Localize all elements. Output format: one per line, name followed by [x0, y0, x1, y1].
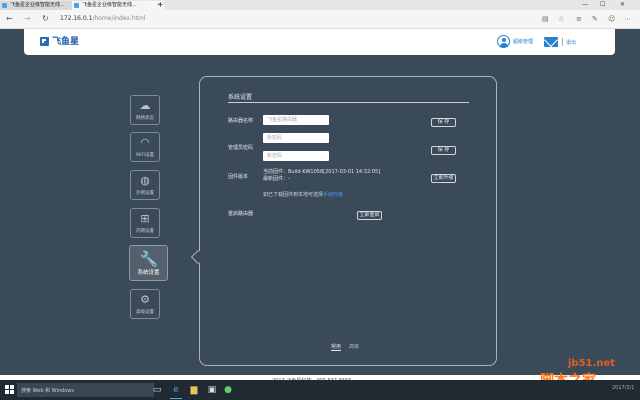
tab-title: 飞鱼星企业级智能无线...: [82, 2, 137, 8]
globe-icon: ◍: [140, 174, 150, 187]
page-title: 系统设置: [228, 94, 253, 101]
taskbar-clock: 2017/3/1: [612, 385, 635, 391]
manual-upgrade-link[interactable]: 手动升级: [323, 192, 343, 198]
title-divider: [228, 102, 469, 103]
favorite-star-icon[interactable]: ☆: [558, 10, 564, 28]
task-view-icon[interactable]: ▭: [151, 384, 163, 396]
logout-link[interactable]: 退出: [566, 39, 576, 46]
user-label: 超级管理: [513, 39, 534, 45]
firmware-hint: 如已下载固件到本地可选择手动升级: [263, 191, 343, 198]
sidebar-item-label: 系统设置: [137, 270, 160, 276]
taskbar-search-text: 搜索 Web 和 Windows: [21, 388, 74, 394]
tab-advanced[interactable]: 高级: [349, 343, 359, 350]
back-icon[interactable]: ←: [6, 10, 13, 28]
firmware-label: 固件版本: [228, 174, 249, 180]
sidebar-item-wan[interactable]: ◍ 外网设置: [130, 170, 160, 200]
upgrade-button[interactable]: 立即升级: [431, 174, 456, 183]
logo-icon: [40, 37, 49, 46]
address-bar[interactable]: 172.16.0.1/home/index.html: [60, 15, 146, 23]
page-header: 飞鱼星 超级管理 退出: [24, 29, 615, 55]
store-icon[interactable]: ▣: [206, 384, 218, 396]
maximize-icon[interactable]: ☐: [600, 0, 605, 10]
edge-browser-icon[interactable]: e: [170, 384, 182, 399]
router-name-input[interactable]: [263, 115, 329, 125]
wifi-icon: ◠: [140, 136, 150, 149]
reading-view-icon[interactable]: ▤: [542, 10, 549, 28]
browser-tab-2[interactable]: 飞鱼星企业级智能无线... ✕: [72, 1, 164, 10]
url-host: 172.16.0.1: [60, 15, 93, 22]
minimize-icon[interactable]: —: [582, 0, 588, 10]
sidebar-item-advanced[interactable]: ⚙ 高级设置: [130, 289, 160, 319]
start-windows-icon[interactable]: [5, 385, 15, 395]
reboot-label: 重启路由器: [228, 211, 254, 217]
favicon-icon: [2, 3, 7, 8]
tab-title: 飞鱼星企业级智能无线...: [10, 2, 65, 8]
sidebar-item-label: 网络状态: [136, 116, 154, 121]
favicon-icon: [74, 3, 79, 8]
new-tab-button[interactable]: +: [157, 0, 164, 10]
cloud-icon: ☁: [139, 99, 151, 112]
close-window-icon[interactable]: ✕: [620, 0, 625, 10]
sidebar-item-network-status[interactable]: ☁ 网络状态: [130, 95, 160, 125]
wrench-icon: 🔧: [139, 250, 159, 268]
latest-firmware: 最新固件：-: [263, 176, 290, 182]
logo-text: 飞鱼星: [52, 37, 80, 47]
share-icon[interactable]: ☺: [608, 10, 615, 28]
network-icon: ⊞: [140, 212, 150, 225]
hub-icon[interactable]: ≡: [576, 10, 582, 28]
user-avatar-icon: [497, 35, 510, 48]
sidebar-item-lan[interactable]: ⊞ 内网设置: [130, 208, 160, 238]
mail-icon[interactable]: [544, 37, 558, 47]
app-icon[interactable]: ●: [222, 384, 234, 396]
firmware-hint-text: 如已下载固件到本地可选择: [263, 192, 324, 198]
gears-icon: ⚙: [140, 293, 150, 306]
taskbar-search-box[interactable]: 搜索 Web 和 Windows: [17, 383, 154, 397]
notes-icon[interactable]: ✎: [592, 10, 598, 28]
windows-taskbar: 搜索 Web 和 Windows ▭ e ▆ ▣ ●: [0, 380, 640, 400]
router-name-label: 路由器名称: [228, 118, 254, 124]
refresh-icon[interactable]: ↻: [42, 10, 49, 28]
sidebar-item-system[interactable]: 🔧 系统设置: [129, 245, 168, 281]
browser-tab-1[interactable]: 飞鱼星企业级智能无线... ✕: [0, 1, 82, 10]
save-router-name-button[interactable]: 保 存: [431, 118, 456, 127]
sidebar-item-label: 内网设置: [136, 229, 154, 234]
watermark-url: jb51.net: [568, 358, 615, 369]
sidebar-item-label: 高级设置: [136, 310, 154, 315]
forward-icon[interactable]: →: [24, 10, 31, 28]
tab-common[interactable]: 常用: [331, 343, 342, 351]
url-path: /home/index.html: [92, 15, 146, 22]
more-icon[interactable]: ⋯: [624, 10, 631, 28]
header-divider: [562, 38, 563, 46]
confirm-password-input[interactable]: [263, 151, 329, 161]
sidebar-item-wifi[interactable]: ◠ WiFi设置: [130, 132, 160, 162]
admin-password-label: 管理员密码: [228, 145, 254, 151]
save-password-button[interactable]: 保 存: [431, 146, 456, 155]
reboot-button[interactable]: 立即重启: [357, 211, 382, 220]
browser-tab-bar: 飞鱼星企业级智能无线... ✕ 飞鱼星企业级智能无线... ✕ + — ☐ ✕: [0, 0, 640, 10]
file-explorer-icon[interactable]: ▆: [188, 384, 200, 396]
sidebar-item-label: WiFi设置: [135, 153, 155, 158]
new-password-input[interactable]: [263, 133, 329, 143]
browser-nav-bar: ← → ↻ 172.16.0.1/home/index.html ▤ ☆ ≡ ✎…: [0, 10, 640, 29]
sidebar-item-label: 外网设置: [136, 191, 154, 196]
current-firmware: 当前固件：Build-KW1058[2017-03-01 14:32:05]: [263, 169, 381, 175]
